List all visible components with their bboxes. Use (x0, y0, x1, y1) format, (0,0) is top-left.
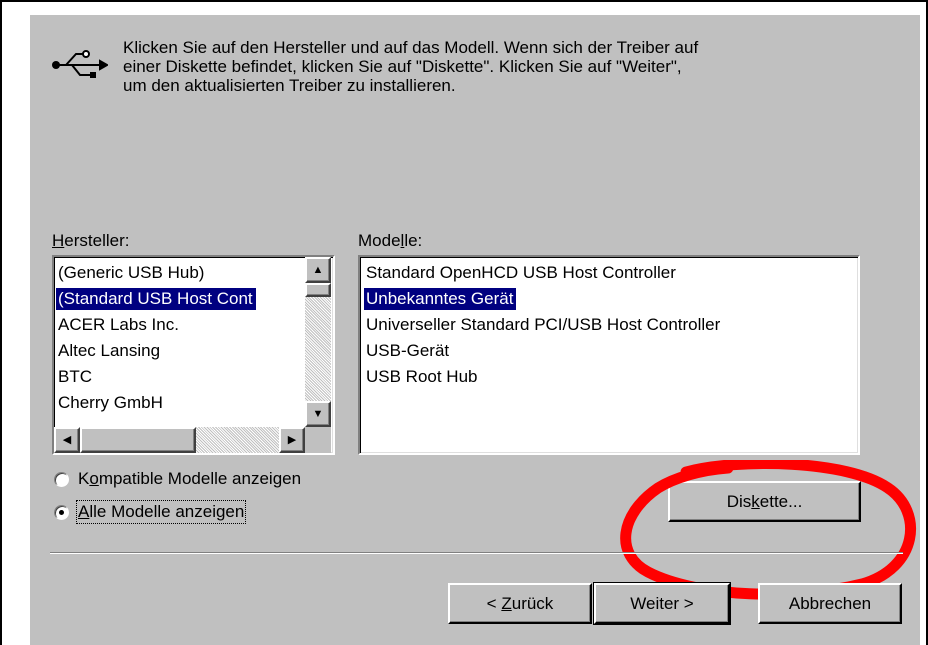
cancel-button[interactable]: Abbrechen (758, 583, 902, 624)
radio-checked-dot (59, 509, 64, 515)
manufacturer-item[interactable]: (Generic USB Hub) (54, 260, 304, 286)
scroll-right-arrow-icon[interactable]: ▶ (279, 427, 305, 453)
model-item[interactable]: Universeller Standard PCI/USB Host Contr… (362, 312, 720, 338)
manufacturer-item[interactable]: Altec Lansing (54, 338, 304, 364)
manufacturer-item-label: Cherry GmbH (58, 393, 163, 412)
models-label-post: le: (404, 231, 423, 250)
back-button-label-mnemonic: Z (501, 593, 512, 613)
diskette-button-label-mnemonic: k (751, 491, 760, 511)
horizontal-scroll-thumb[interactable] (80, 427, 196, 453)
driver-selection-dialog: Klicken Sie auf den Hersteller und auf d… (30, 15, 920, 645)
diskette-button-label-post: ette... (759, 491, 803, 511)
manufacturer-label-mnemonic: H (52, 231, 65, 250)
manufacturer-item-label: (Standard USB Host Cont (56, 288, 256, 310)
radio-all-label-post: lle Modelle anzeigen (89, 502, 245, 521)
window-frame-left (0, 0, 2, 645)
next-button[interactable]: Weiter > (593, 582, 731, 625)
manufacturer-horizontal-scrollbar[interactable]: ◀ ▶ (54, 427, 305, 453)
instruction-line-2: einer Diskette befindet, klicken Sie auf… (123, 57, 682, 76)
instruction-line-3: um den aktualisierten Treiber zu install… (123, 76, 456, 95)
scrollbar-corner (305, 427, 331, 453)
manufacturer-item[interactable]: BTC (54, 364, 304, 390)
models-listbox[interactable]: Standard OpenHCD USB Host Controller Unb… (358, 255, 860, 455)
instruction-line-1: Klicken Sie auf den Hersteller und auf d… (123, 38, 699, 57)
model-item-label: USB Root Hub (366, 367, 478, 386)
manufacturer-item-label: (Generic USB Hub) (58, 263, 205, 282)
radio-all-label-mnemonic: A (78, 502, 90, 521)
manufacturer-item[interactable]: Cherry GmbH (54, 390, 304, 416)
scroll-down-arrow-icon[interactable]: ▼ (305, 401, 331, 427)
model-item[interactable]: USB-Gerät (362, 338, 720, 364)
model-item[interactable]: USB Root Hub (362, 364, 720, 390)
radio-compatible-indicator[interactable] (54, 471, 69, 487)
radio-compatible-label: Kompatible Modelle anzeigen (78, 469, 301, 489)
vertical-scroll-thumb[interactable] (305, 283, 331, 297)
radio-all-label: Alle Modelle anzeigen (75, 500, 247, 524)
next-button-label: Weiter > (630, 593, 694, 613)
scroll-left-arrow-icon[interactable]: ◀ (54, 427, 80, 453)
scroll-up-arrow-icon[interactable]: ▲ (305, 257, 331, 283)
diskette-button[interactable]: Dis k ette... (668, 481, 861, 522)
manufacturer-label-text: ersteller: (64, 231, 130, 250)
radio-compatible-label-mnemonic: o (89, 469, 99, 488)
model-item-label: Universeller Standard PCI/USB Host Contr… (366, 315, 721, 334)
manufacturer-item-label: Altec Lansing (58, 341, 161, 360)
manufacturer-item-label: BTC (58, 367, 92, 386)
usb-icon (52, 50, 108, 78)
model-item-label: Standard OpenHCD USB Host Controller (366, 263, 676, 282)
radio-compatible-label-post: mpatible Modelle anzeigen (98, 469, 302, 488)
models-list: Standard OpenHCD USB Host Controller Unb… (362, 260, 720, 390)
diskette-button-label-pre: Dis (726, 491, 752, 511)
radio-compatible-models[interactable]: Kompatible Modelle anzeigen (54, 469, 301, 489)
manufacturer-list: (Generic USB Hub) (Standard USB Host Con… (54, 260, 304, 416)
radio-all-models[interactable]: Alle Modelle anzeigen (54, 500, 247, 524)
model-item-selected[interactable]: Unbekanntes Gerät (362, 286, 720, 312)
back-button-label-post: urück (511, 593, 554, 613)
manufacturer-vertical-scrollbar[interactable]: ▲ ▼ (305, 257, 331, 427)
manufacturer-listbox[interactable]: (Generic USB Hub) (Standard USB Host Con… (52, 255, 335, 455)
button-separator (50, 552, 903, 554)
window-frame-top (0, 0, 928, 2)
manufacturer-item-selected[interactable]: (Standard USB Host Cont (54, 286, 304, 312)
models-label-pre: Mode (358, 231, 401, 250)
manufacturer-item[interactable]: ACER Labs Inc. (54, 312, 304, 338)
model-item[interactable]: Standard OpenHCD USB Host Controller (362, 260, 720, 286)
manufacturer-item-label: ACER Labs Inc. (58, 315, 179, 334)
radio-compatible-label-pre: K (78, 469, 90, 488)
instruction-text: Klicken Sie auf den Hersteller und auf d… (123, 38, 883, 95)
model-item-label: Unbekanntes Gerät (364, 288, 517, 310)
manufacturer-label: Hersteller: (52, 231, 129, 251)
models-label: Modelle: (358, 231, 422, 251)
radio-all-indicator[interactable] (54, 504, 69, 520)
back-button[interactable]: < Zurück (448, 583, 592, 624)
back-button-label-pre: < (486, 593, 497, 613)
model-item-label: USB-Gerät (366, 341, 450, 360)
cancel-button-label: Abbrechen (788, 593, 872, 613)
